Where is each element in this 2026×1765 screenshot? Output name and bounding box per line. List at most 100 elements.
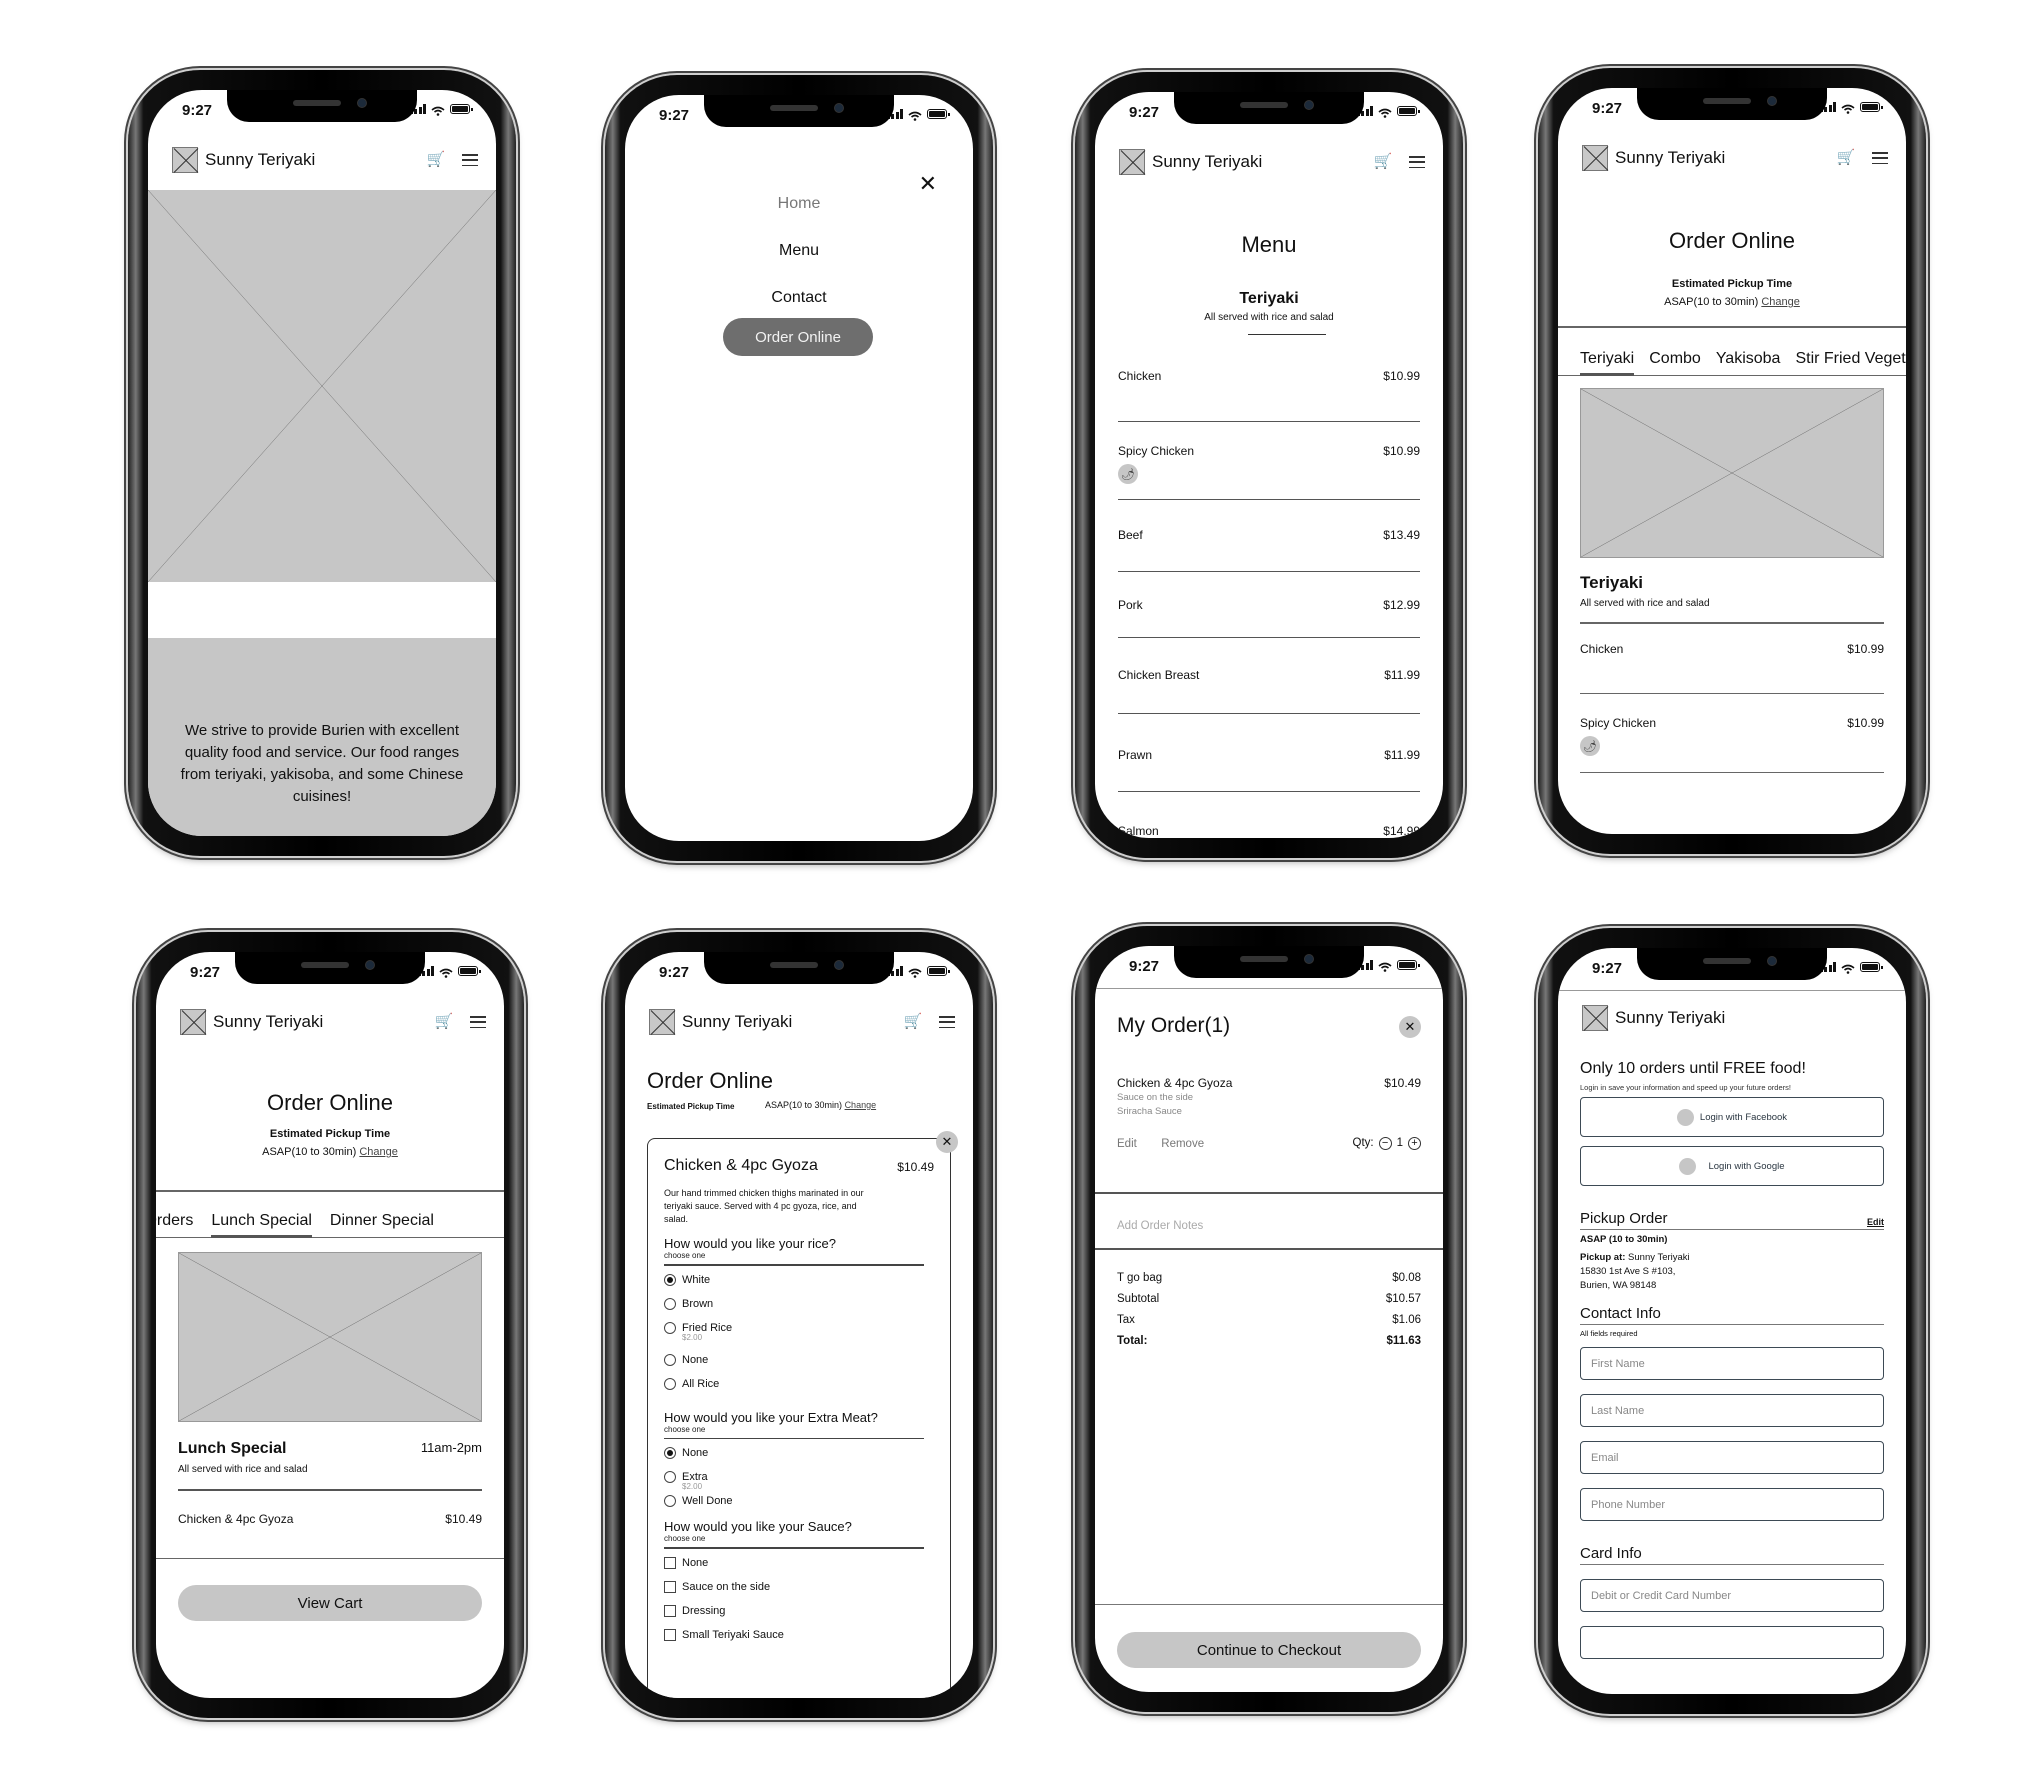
order-item-name: Chicken — [1580, 642, 1624, 656]
cart-icon[interactable]: 🛒 — [1373, 153, 1393, 171]
checkbox[interactable] — [664, 1580, 676, 1593]
hamburger-menu-icon[interactable] — [462, 154, 478, 166]
change-pickup-link[interactable]: Change — [359, 1146, 398, 1158]
order-item[interactable]: Chicken & 4pc Gyoza $10.49 — [178, 1512, 482, 1526]
brand-name: Sunny Teriyaki — [1615, 1008, 1726, 1027]
cart-icon[interactable]: 🛒 — [434, 1013, 454, 1031]
radio-option[interactable]: All Rice — [664, 1377, 934, 1390]
checkbox[interactable] — [664, 1604, 676, 1617]
hamburger-menu-icon[interactable] — [1872, 152, 1888, 164]
menu-item[interactable]: Beef $13.49 — [1118, 500, 1420, 572]
summary-label: Total: — [1117, 1335, 1148, 1347]
order-online-button[interactable]: Order Online — [723, 318, 873, 356]
radio-option[interactable]: None — [664, 1447, 934, 1459]
cart-icon[interactable]: 🛒 — [426, 151, 446, 169]
app-header: Sunny Teriyaki — [1558, 994, 1906, 1042]
hamburger-menu-icon[interactable] — [470, 1016, 486, 1028]
logo-placeholder[interactable] — [649, 1009, 675, 1035]
order-item[interactable]: Chicken $10.99 — [1580, 640, 1884, 694]
menu-item[interactable]: Prawn $11.99 — [1118, 714, 1420, 792]
card-expiry-input[interactable] — [1580, 1626, 1884, 1659]
checkbox[interactable] — [664, 1556, 676, 1569]
card-number-input[interactable]: Debit or Credit Card Number — [1580, 1579, 1884, 1612]
logo-placeholder[interactable] — [1119, 149, 1145, 175]
change-pickup-link[interactable]: Change — [1761, 296, 1800, 308]
promo-subtitle: Login in save your information and speed… — [1580, 1083, 1791, 1092]
tab-teriyaki[interactable]: Teriyaki — [1580, 350, 1635, 376]
login-facebook-button[interactable]: Login with Facebook — [1580, 1097, 1884, 1137]
order-item[interactable]: Spicy Chicken $10.99 🌶 — [1580, 694, 1884, 773]
cart-icon[interactable]: 🛒 — [1836, 149, 1856, 167]
edit-item-link[interactable]: Edit — [1117, 1138, 1137, 1150]
remove-item-link[interactable]: Remove — [1161, 1138, 1204, 1150]
cart-item-price: $10.49 — [1384, 1076, 1421, 1090]
first-name-input[interactable]: First Name — [1580, 1347, 1884, 1380]
radio-button[interactable] — [664, 1377, 676, 1390]
pickup-edit-link[interactable]: Edit — [1867, 1217, 1884, 1227]
logo-placeholder[interactable] — [172, 147, 198, 173]
checkbox-option[interactable]: Dressing — [664, 1604, 934, 1617]
status-time: 9:27 — [1592, 960, 1623, 977]
radio-option[interactable]: Well Done — [664, 1495, 934, 1507]
radio-button-selected[interactable] — [664, 1447, 676, 1459]
checkbox-option[interactable]: Sauce on the side — [664, 1580, 934, 1593]
section-divider — [1248, 334, 1326, 335]
email-input[interactable]: Email — [1580, 1441, 1884, 1474]
view-cart-button[interactable]: View Cart — [178, 1585, 482, 1621]
menu-item[interactable]: Chicken $10.99 — [1118, 357, 1420, 422]
nav-item-menu[interactable]: Menu — [625, 242, 973, 289]
radio-button[interactable] — [664, 1353, 676, 1366]
order-item-price: $10.99 — [1847, 642, 1884, 656]
checkbox-option[interactable]: Small Teriyaki Sauce — [664, 1628, 934, 1641]
radio-button[interactable] — [664, 1495, 676, 1507]
logo-placeholder[interactable] — [180, 1009, 206, 1035]
radio-button[interactable] — [664, 1471, 676, 1483]
tab-yakisoba[interactable]: Yakisoba — [1716, 350, 1781, 375]
qty-increase-button[interactable]: + — [1408, 1136, 1421, 1150]
radio-option[interactable]: Extra $2.00 — [664, 1471, 934, 1491]
tab-stir-fried[interactable]: Stir Fried Vegetables — [1795, 350, 1906, 375]
close-modal-button[interactable]: ✕ — [936, 1131, 958, 1153]
radio-option[interactable]: Brown — [664, 1297, 934, 1310]
close-menu-button[interactable]: ✕ — [919, 174, 937, 196]
checkbox[interactable] — [664, 1628, 676, 1641]
tab-dinner-special[interactable]: Dinner Special — [330, 1212, 434, 1237]
phone-number-input[interactable]: Phone Number — [1580, 1488, 1884, 1521]
cart-item-modifier: Sriracha Sauce — [1117, 1106, 1182, 1117]
hamburger-menu-icon[interactable] — [1409, 156, 1425, 168]
tab-combo[interactable]: Combo — [1649, 350, 1701, 375]
order-notes-input[interactable]: Add Order Notes — [1117, 1206, 1421, 1246]
qty-decrease-button[interactable]: − — [1378, 1136, 1392, 1150]
menu-item-list: Chicken $10.99 Spicy Chicken $10.99 🌶 Beef… — [1118, 357, 1420, 838]
hamburger-menu-icon[interactable] — [939, 1016, 955, 1028]
menu-item[interactable]: Spicy Chicken $10.99 🌶 — [1118, 422, 1420, 500]
last-name-input[interactable]: Last Name — [1580, 1394, 1884, 1427]
login-google-button[interactable]: Login with Google — [1580, 1146, 1884, 1186]
checkbox-option[interactable]: None — [664, 1556, 934, 1569]
logo-placeholder[interactable] — [1582, 145, 1608, 171]
logo-placeholder[interactable] — [1582, 1005, 1608, 1031]
menu-item[interactable]: Salmon $14.99 — [1118, 792, 1420, 838]
tab-lunch-special[interactable]: Lunch Special — [211, 1212, 312, 1238]
radio-button[interactable] — [664, 1297, 676, 1310]
notch — [704, 952, 894, 984]
menu-item[interactable]: Chicken Breast $11.99 — [1118, 638, 1420, 714]
close-cart-button[interactable]: ✕ — [1399, 1016, 1421, 1038]
radio-button[interactable] — [664, 1321, 676, 1334]
nav-item-home[interactable]: Home — [625, 195, 973, 242]
radio-button-selected[interactable] — [664, 1273, 676, 1286]
menu-item-name: Beef — [1118, 528, 1143, 542]
qty-value: 1 — [1396, 1137, 1403, 1149]
brand-name: Sunny Teriyaki — [1615, 148, 1726, 167]
menu-page-title: Menu — [1241, 232, 1297, 257]
order-online-title: Order Online — [267, 1090, 393, 1115]
radio-option[interactable]: None — [664, 1353, 934, 1366]
menu-item[interactable]: Pork $12.99 — [1118, 572, 1420, 638]
radio-option[interactable]: Fried Rice $2.00 — [664, 1321, 934, 1342]
tab-side-orders[interactable]: Side Orders — [156, 1212, 193, 1237]
cart-icon[interactable]: 🛒 — [903, 1013, 923, 1031]
app-header: Sunny Teriyaki 🛒 — [625, 998, 973, 1046]
change-pickup-link[interactable]: Change — [845, 1100, 877, 1110]
continue-to-checkout-button[interactable]: Continue to Checkout — [1117, 1632, 1421, 1668]
radio-option[interactable]: White — [664, 1273, 934, 1286]
